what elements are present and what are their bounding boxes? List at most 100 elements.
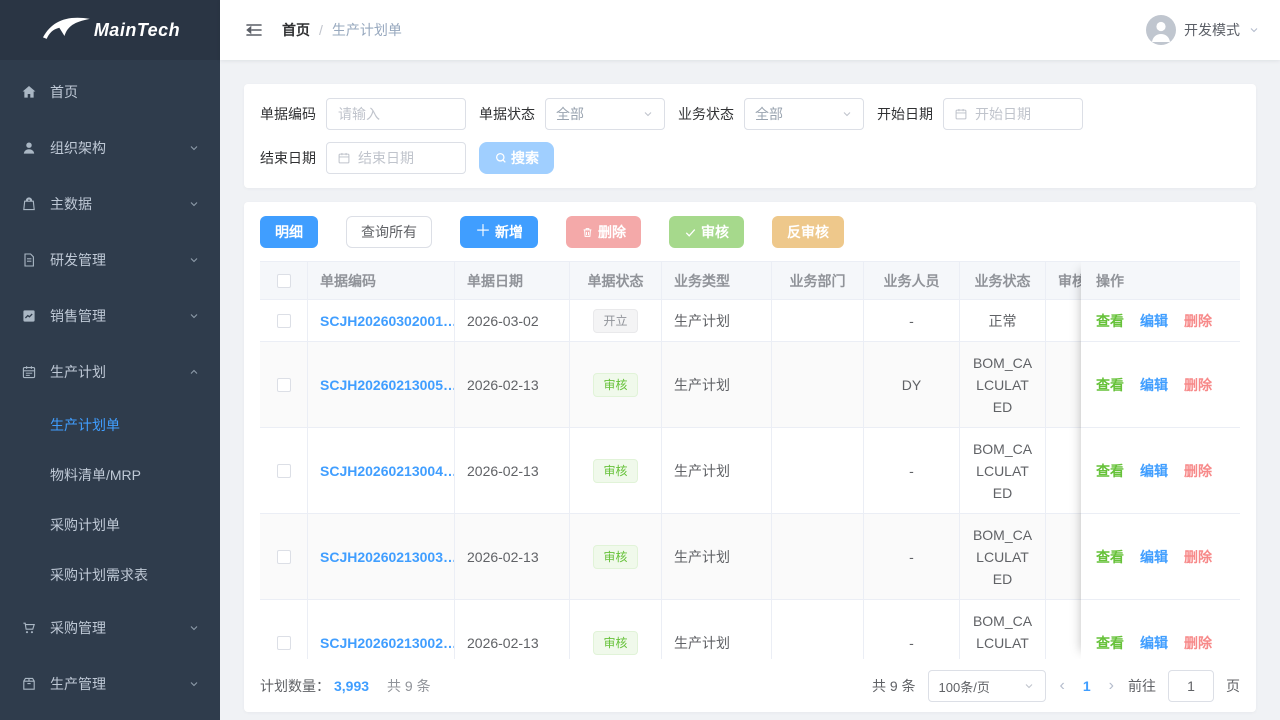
user-menu[interactable]: 开发模式: [1146, 15, 1260, 45]
sidebar-collapse-icon[interactable]: [244, 20, 264, 40]
sidebar-item-home[interactable]: 首页: [0, 64, 220, 120]
sidebar-item-sales[interactable]: 销售管理: [0, 288, 220, 344]
prev-page-button[interactable]: ‹: [1058, 677, 1067, 695]
bag-icon: [20, 195, 38, 213]
doc-date-cell: 2026-02-13: [455, 428, 570, 513]
doc-code-input[interactable]: [326, 98, 466, 130]
query-all-button[interactable]: 查询所有: [346, 216, 432, 248]
sidebar-menu: 首页 组织架构 主数据: [0, 60, 220, 720]
trend-chart-icon: [20, 307, 38, 325]
select-all-checkbox[interactable]: [277, 274, 291, 288]
delete-link[interactable]: 删除: [1184, 311, 1212, 331]
view-link[interactable]: 查看: [1096, 547, 1124, 567]
sidebar-item-organization[interactable]: 组织架构: [0, 120, 220, 176]
plan-count-label: 计划数量：: [260, 676, 330, 696]
biz-dept-cell: [772, 600, 864, 659]
view-link[interactable]: 查看: [1096, 311, 1124, 331]
delete-link[interactable]: 删除: [1184, 375, 1212, 395]
biz-status-cell: 正常: [960, 300, 1046, 341]
doc-code-link[interactable]: SCJH20260213003…: [320, 549, 455, 565]
doc-code-link[interactable]: SCJH20260213002…: [320, 635, 455, 651]
page-size-select[interactable]: 100条/页: [928, 670, 1046, 702]
sidebar-item-label: 研发管理: [50, 250, 188, 270]
end-date-input[interactable]: 结束日期: [326, 142, 466, 174]
biz-status-cell: BOM_CALCULATED: [960, 342, 1046, 427]
next-page-button[interactable]: ›: [1107, 677, 1116, 695]
row-checkbox[interactable]: [277, 314, 291, 328]
sidebar-item-production-mgmt[interactable]: 生产管理: [0, 656, 220, 712]
calendar-icon: [337, 151, 351, 165]
breadcrumb-home[interactable]: 首页: [282, 20, 310, 40]
add-button[interactable]: ＋ 新增: [460, 216, 538, 248]
sidebar-item-label: 组织架构: [50, 138, 188, 158]
delete-link[interactable]: 删除: [1184, 461, 1212, 481]
current-page[interactable]: 1: [1083, 678, 1091, 694]
start-date-input[interactable]: 开始日期: [943, 98, 1083, 130]
delete-link[interactable]: 删除: [1184, 547, 1212, 567]
edit-link[interactable]: 编辑: [1140, 633, 1168, 653]
status-tag: 审核: [593, 459, 637, 483]
row-checkbox[interactable]: [277, 636, 291, 650]
chevron-down-icon: [188, 310, 200, 322]
main-area: 首页 / 生产计划单 开发模式 单据编码: [220, 0, 1280, 720]
add-button-label: 新增: [495, 222, 523, 242]
detail-button[interactable]: 明细: [260, 216, 318, 248]
edit-link[interactable]: 编辑: [1140, 547, 1168, 567]
col-biz-dept: 业务部门: [772, 262, 864, 299]
edit-link[interactable]: 编辑: [1140, 311, 1168, 331]
doc-status-select[interactable]: 全部: [545, 98, 665, 130]
view-link[interactable]: 查看: [1096, 461, 1124, 481]
user-name: 开发模式: [1184, 20, 1240, 40]
search-button[interactable]: 搜索: [479, 142, 554, 174]
sidebar-item-master-data[interactable]: 主数据: [0, 176, 220, 232]
sidebar-item-rnd[interactable]: 研发管理: [0, 232, 220, 288]
delete-button[interactable]: 删除: [566, 216, 641, 248]
doc-status-label: 单据状态: [479, 104, 535, 124]
sidebar-subitem-purchase-plan-doc[interactable]: 采购计划单: [0, 500, 220, 550]
unaudit-button[interactable]: 反审核: [772, 216, 844, 248]
sidebar-item-label: 生产计划: [50, 362, 188, 382]
doc-code-link[interactable]: SCJH20260213004…: [320, 463, 455, 479]
sidebar-subitem-label: 生产计划单: [50, 415, 120, 435]
edit-link[interactable]: 编辑: [1140, 375, 1168, 395]
doc-date-cell: 2026-02-13: [455, 514, 570, 599]
doc-code-link[interactable]: SCJH20260213005…: [320, 377, 455, 393]
brand-name: MainTech: [94, 20, 180, 41]
goto-page-input[interactable]: [1168, 670, 1214, 702]
trash-icon: [581, 226, 594, 239]
breadcrumb-separator: /: [319, 22, 323, 38]
biz-type-cell: 生产计划: [662, 600, 772, 659]
app-window: MainTech 首页 组织架构: [0, 0, 1280, 720]
start-date-label: 开始日期: [877, 104, 933, 124]
sidebar-item-production-plan[interactable]: 生产计划: [0, 344, 220, 400]
document-icon: [20, 251, 38, 269]
view-link[interactable]: 查看: [1096, 375, 1124, 395]
avatar: [1146, 15, 1176, 45]
sidebar-item-label: 主数据: [50, 194, 188, 214]
calendar-icon: [20, 363, 38, 381]
delete-link[interactable]: 删除: [1184, 633, 1212, 653]
biz-status-cell: BOM_CALCULATED: [960, 600, 1046, 659]
biz-status-select[interactable]: 全部: [744, 98, 864, 130]
col-actions: 操作: [1081, 262, 1240, 300]
audit-button[interactable]: 审核: [669, 216, 744, 248]
chevron-up-icon: [188, 366, 200, 378]
end-date-placeholder: 结束日期: [358, 148, 414, 168]
pagination-bar: 计划数量： 3,993 共 9 条 共 9 条 100条/页 ‹ 1: [260, 670, 1240, 702]
row-checkbox[interactable]: [277, 550, 291, 564]
row-checkbox[interactable]: [277, 464, 291, 478]
sidebar-subitem-purchase-plan-demand[interactable]: 采购计划需求表: [0, 550, 220, 600]
chevron-down-icon: [188, 198, 200, 210]
data-table: 单据编码 单据日期 单据状态 业务类型 业务部门 业务人员 业务状态 审核 SC…: [260, 261, 1240, 659]
sidebar-subitem-label: 物料清单/MRP: [50, 465, 141, 485]
sidebar-subitem-bom-mrp[interactable]: 物料清单/MRP: [0, 450, 220, 500]
view-link[interactable]: 查看: [1096, 633, 1124, 653]
sidebar-subitem-production-plan-doc[interactable]: 生产计划单: [0, 400, 220, 450]
sidebar-item-purchasing[interactable]: 采购管理: [0, 600, 220, 656]
col-biz-person: 业务人员: [864, 262, 960, 299]
row-checkbox[interactable]: [277, 378, 291, 392]
status-tag: 审核: [593, 373, 637, 397]
edit-link[interactable]: 编辑: [1140, 461, 1168, 481]
plan-count-value: 3,993: [334, 678, 369, 694]
doc-code-link[interactable]: SCJH20260302001…: [320, 313, 455, 329]
